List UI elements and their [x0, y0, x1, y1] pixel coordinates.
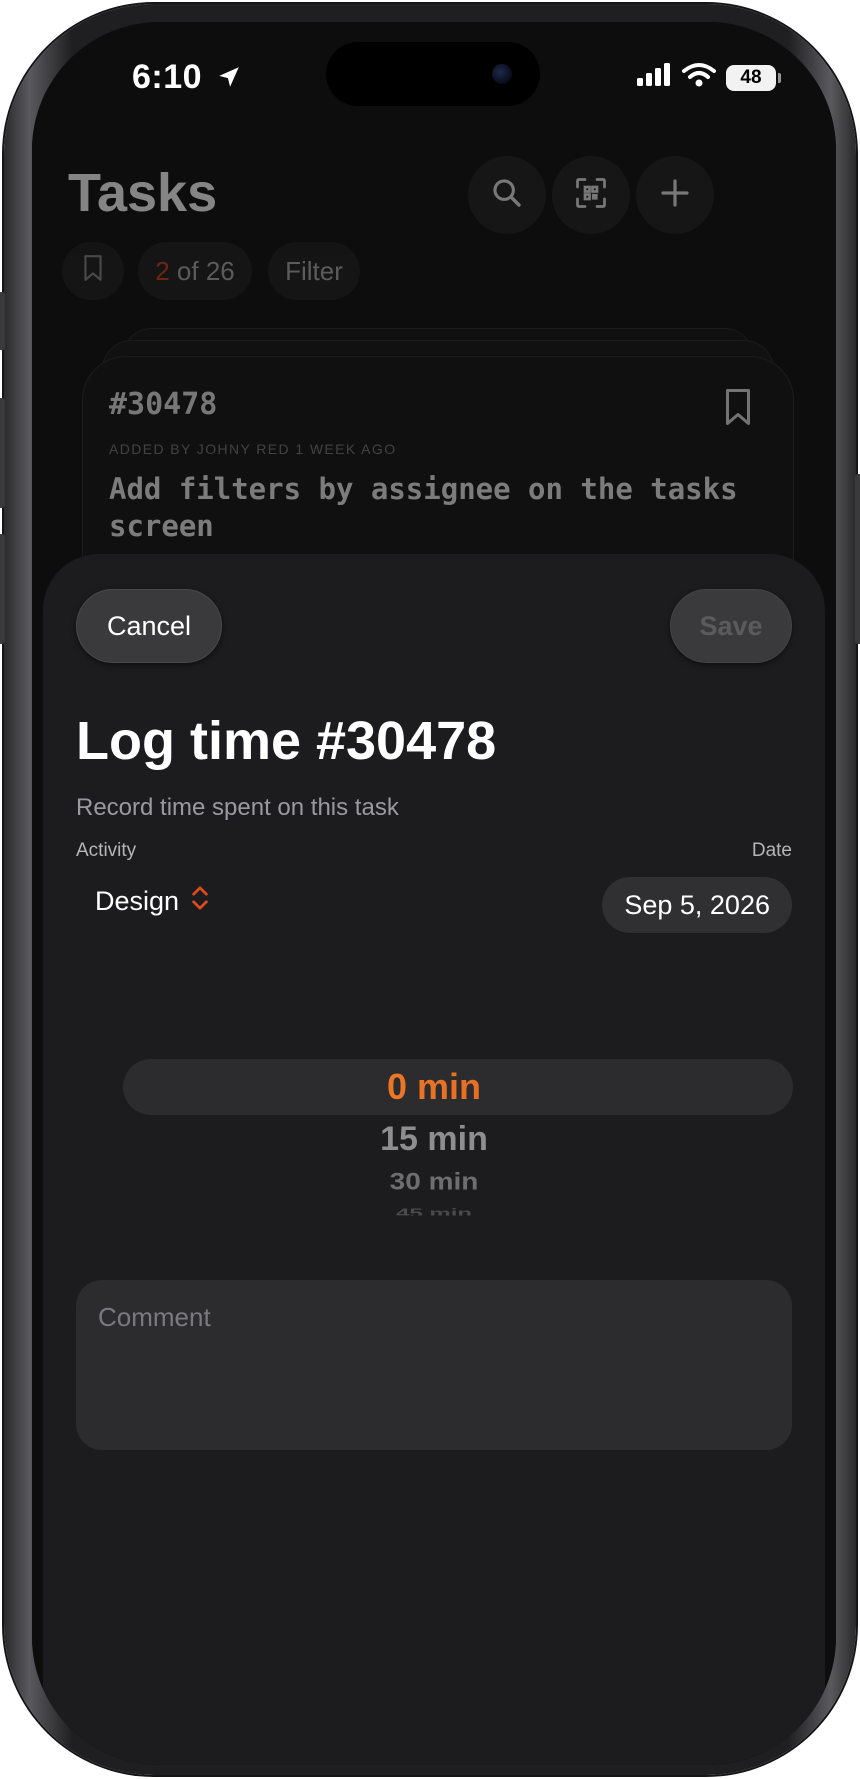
task-title: Add filters by assignee on the tasks scr… — [109, 472, 738, 543]
picker-selected-value[interactable]: 0 min — [43, 1066, 825, 1108]
location-arrow-icon — [216, 60, 242, 99]
activity-value: Design — [95, 886, 180, 916]
filter-label: Filter — [285, 255, 343, 286]
cancel-button[interactable]: Cancel — [76, 589, 222, 663]
filter-chip[interactable]: Filter — [268, 242, 360, 300]
save-button[interactable]: Save — [670, 589, 792, 663]
signal-bars-icon — [636, 63, 672, 92]
count-chip[interactable]: 2 of 26 — [138, 242, 252, 300]
search-button[interactable] — [468, 156, 546, 234]
sheet-title: Log time #30478 — [76, 711, 497, 771]
search-icon — [490, 176, 524, 215]
camera-icon — [492, 64, 512, 84]
picker-option[interactable]: 45 min — [43, 1207, 825, 1216]
picker-option[interactable]: 30 min — [43, 1168, 825, 1195]
log-time-sheet: Cancel Save Log time #30478 Record time … — [43, 554, 825, 1765]
duration-picker[interactable]: 0 min 15 min 30 min 45 min — [43, 1054, 825, 1254]
bookmark-icon — [82, 254, 104, 289]
sheet-subtitle: Record time spent on this task — [76, 794, 399, 821]
picker-option[interactable]: 15 min — [43, 1120, 825, 1159]
date-label: Date — [751, 840, 792, 861]
screen: 6:10 48 Tasks 2 of 26 Filter #30478 ADDE… — [32, 22, 836, 1765]
qr-scan-icon — [573, 175, 609, 216]
status-icons: 48 — [636, 62, 781, 93]
task-meta: ADDED BY JOHNY RED 1 WEEK AGO — [109, 441, 397, 457]
add-task-button[interactable] — [636, 156, 714, 234]
chevron-up-down-icon — [191, 884, 209, 919]
power-button — [855, 474, 860, 644]
status-bar: 6:10 48 — [32, 22, 836, 132]
plus-icon — [659, 177, 691, 214]
phone-frame: 6:10 48 Tasks 2 of 26 Filter #30478 ADDE… — [0, 4, 860, 1775]
bookmark-filter-chip[interactable] — [62, 242, 124, 300]
card-bookmark-icon[interactable] — [723, 387, 753, 432]
page-title: Tasks — [68, 163, 218, 223]
task-number: #30478 — [109, 387, 218, 422]
date-button[interactable]: Sep 5, 2026 — [602, 877, 792, 933]
action-button — [0, 292, 5, 350]
count-total: of 26 — [169, 255, 235, 286]
volume-up-button — [0, 398, 5, 508]
count-current: 2 — [155, 255, 170, 286]
activity-selector[interactable]: Design — [95, 884, 209, 919]
wifi-icon — [682, 62, 716, 93]
activity-label: Activity — [76, 840, 137, 861]
volume-down-button — [0, 534, 5, 644]
comment-field[interactable] — [76, 1280, 792, 1450]
qr-scan-button[interactable] — [552, 156, 630, 234]
battery-icon: 48 — [726, 64, 781, 91]
dynamic-island — [326, 42, 540, 106]
status-time: 6:10 — [132, 58, 203, 96]
battery-level: 48 — [740, 66, 762, 88]
status-time-group: 6:10 — [132, 58, 242, 99]
